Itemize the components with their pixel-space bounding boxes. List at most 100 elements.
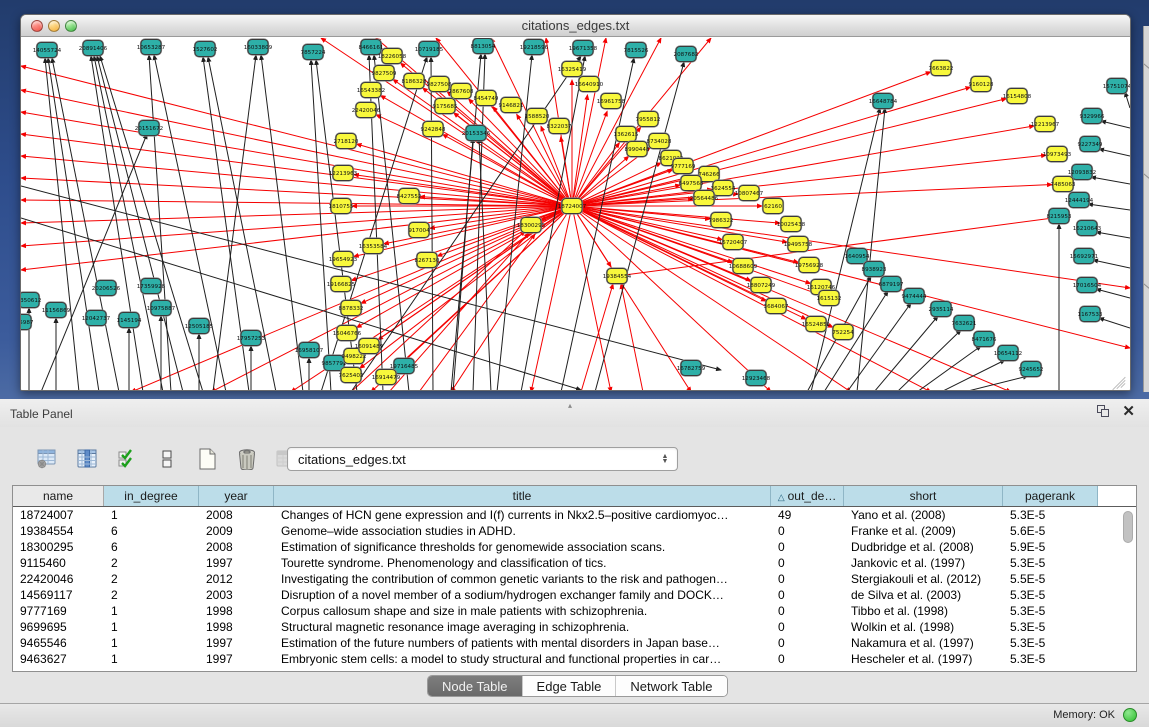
column-header-in_degree[interactable]: in_degree bbox=[104, 486, 199, 506]
graph-node[interactable]: 10973493 bbox=[1043, 147, 1072, 162]
table-row[interactable]: 1938455462009Genome–wide association stu… bbox=[13, 523, 1136, 539]
graph-node[interactable]: 8186328 bbox=[402, 74, 427, 89]
graph-node[interactable]: 22420046 bbox=[352, 103, 381, 118]
window-resize-grip[interactable] bbox=[1111, 371, 1127, 387]
graph-node[interactable]: 15692971 bbox=[1070, 249, 1099, 264]
graph-node[interactable]: 17016504 bbox=[1073, 278, 1102, 293]
network-window-titlebar[interactable]: citations_edges.txt bbox=[21, 15, 1130, 37]
column-header-name[interactable]: name bbox=[13, 486, 104, 506]
graph-node[interactable]: 1145194 bbox=[117, 313, 142, 328]
graph-node[interactable]: 8454749 bbox=[474, 91, 499, 106]
graph-node[interactable]: 9329966 bbox=[1080, 109, 1105, 124]
graph-node[interactable]: 17957253 bbox=[237, 331, 266, 346]
graph-node[interactable]: 12505185 bbox=[185, 319, 214, 334]
table-row[interactable]: 2242004622012Investigating the contribut… bbox=[13, 571, 1136, 587]
graph-node[interactable]: 9227349 bbox=[1078, 137, 1103, 152]
graph-node[interactable]: 16961758 bbox=[597, 94, 626, 109]
graph-node[interactable]: 10719185 bbox=[415, 42, 444, 57]
new-document-icon[interactable] bbox=[194, 446, 220, 472]
graph-node[interactable]: 16524851 bbox=[802, 317, 831, 332]
table-row[interactable]: 1830029562008Estimation of significance … bbox=[13, 539, 1136, 555]
graph-node[interactable]: 16782759 bbox=[677, 361, 706, 376]
graph-node[interactable]: 2718120 bbox=[334, 134, 359, 149]
graph-node[interactable]: 19166825 bbox=[327, 277, 356, 292]
graph-node[interactable]: 1167533 bbox=[1078, 307, 1103, 322]
graph-node[interactable]: 15720407 bbox=[719, 235, 748, 250]
graph-node[interactable]: 8471676 bbox=[972, 332, 997, 347]
graph-node[interactable]: 20151672 bbox=[135, 121, 163, 136]
graph-node[interactable]: 8813054 bbox=[471, 39, 496, 54]
table-selector-dropdown[interactable]: citations_edges.txt ▲▼ bbox=[287, 447, 678, 471]
graph-node[interactable]: 9242848 bbox=[421, 122, 446, 137]
tab-edge-table[interactable]: Edge Table bbox=[522, 676, 616, 696]
graph-node[interactable]: 18300295 bbox=[517, 218, 546, 233]
column-header-year[interactable]: year bbox=[199, 486, 274, 506]
graph-node[interactable]: 8734028 bbox=[647, 134, 672, 149]
graph-node[interactable]: 19671358 bbox=[569, 41, 598, 56]
graph-node[interactable]: 2867608 bbox=[449, 84, 474, 99]
graph-node[interactable]: 17359928 bbox=[137, 279, 166, 294]
graph-node[interactable]: 7955812 bbox=[636, 112, 661, 127]
graph-node[interactable]: 10975887 bbox=[147, 301, 176, 316]
graph-node[interactable]: 9245652 bbox=[1019, 362, 1044, 377]
graph-node[interactable]: 3684067 bbox=[764, 299, 789, 314]
table-row[interactable]: 969969511998Structural magnetic resonanc… bbox=[13, 619, 1136, 635]
memory-status-icon[interactable] bbox=[1123, 708, 1137, 722]
column-visibility-icon[interactable] bbox=[74, 446, 100, 472]
graph-node[interactable]: 15046766 bbox=[333, 326, 362, 341]
graph-node[interactable]: 16091489 bbox=[355, 339, 384, 354]
table-row[interactable]: 911546021997Tourette syndrome. Phenomeno… bbox=[13, 555, 1136, 571]
graph-node[interactable]: 8427552 bbox=[397, 189, 422, 204]
graph-node[interactable]: 16325419 bbox=[558, 62, 587, 77]
graph-node[interactable]: 8466161 bbox=[359, 40, 384, 55]
graph-node[interactable]: 12213967 bbox=[1031, 117, 1060, 132]
graph-node[interactable]: 19218596 bbox=[520, 40, 549, 55]
paired-rows-icon[interactable] bbox=[154, 446, 180, 472]
graph-node[interactable]: 16033809 bbox=[244, 40, 273, 55]
graph-node[interactable]: 3915987 bbox=[21, 315, 34, 330]
graph-node[interactable]: 20564486 bbox=[690, 191, 719, 206]
graph-node[interactable]: 7986322 bbox=[709, 213, 734, 228]
graph-node[interactable]: 7815526 bbox=[624, 43, 649, 58]
graph-node[interactable]: 12444194 bbox=[1065, 193, 1094, 208]
graph-node[interactable]: 9160128 bbox=[969, 77, 994, 92]
graph-node[interactable]: 11156869 bbox=[42, 303, 71, 318]
graph-node[interactable]: 16210643 bbox=[1073, 221, 1102, 236]
graph-node[interactable]: 8938923 bbox=[862, 262, 887, 277]
graph-node[interactable]: 62160 bbox=[763, 199, 783, 214]
delete-trash-icon[interactable] bbox=[234, 446, 260, 472]
graph-node[interactable]: 8215953 bbox=[1047, 209, 1072, 224]
table-row[interactable]: 1872400712008Changes of HCN gene express… bbox=[13, 507, 1136, 523]
graph-node[interactable]: 1615132 bbox=[817, 291, 842, 306]
close-panel-icon[interactable]: ✕ bbox=[1122, 405, 1135, 418]
graph-node[interactable]: 8878332 bbox=[339, 301, 364, 316]
graph-node[interactable]: 12213963 bbox=[329, 166, 358, 181]
graph-node[interactable]: 9777169 bbox=[671, 159, 696, 174]
table-settings-icon[interactable] bbox=[34, 446, 60, 472]
column-header-pagerank[interactable]: pagerank bbox=[1003, 486, 1098, 506]
graph-node[interactable]: 10025438 bbox=[777, 217, 806, 232]
graph-node[interactable]: 1810755 bbox=[329, 199, 354, 214]
graph-node[interactable]: 18226058 bbox=[378, 49, 407, 64]
graph-node[interactable]: 7632621 bbox=[952, 316, 977, 331]
column-header-title[interactable]: title bbox=[274, 486, 771, 506]
graph-hub-node[interactable]: 18724007 bbox=[558, 199, 587, 214]
graph-node[interactable]: 8267130 bbox=[415, 253, 440, 268]
graph-node[interactable]: 2935114 bbox=[929, 302, 954, 317]
graph-node[interactable]: 16543382 bbox=[357, 83, 385, 98]
table-row[interactable]: 977716911998Corpus callosum shape and si… bbox=[13, 603, 1136, 619]
graph-node[interactable]: 20891406 bbox=[79, 41, 108, 56]
graph-node[interactable]: 19384554 bbox=[603, 269, 632, 284]
graph-node[interactable]: 16648784 bbox=[869, 94, 898, 109]
float-panel-icon[interactable] bbox=[1097, 405, 1110, 418]
graph-node[interactable]: 20153346 bbox=[462, 126, 491, 141]
graph-node[interactable]: 19756928 bbox=[795, 258, 824, 273]
graph-node[interactable]: 16353584 bbox=[359, 239, 388, 254]
graph-node[interactable]: 19654923 bbox=[329, 252, 358, 267]
table-row[interactable]: 946554611997Estimation of the future num… bbox=[13, 635, 1136, 651]
graph-node[interactable]: 19495758 bbox=[784, 237, 813, 252]
table-row[interactable]: 1456911722003Disruption of a novel membe… bbox=[13, 587, 1136, 603]
graph-node[interactable]: 2087682 bbox=[674, 47, 699, 62]
graph-node[interactable]: 15751074 bbox=[1103, 79, 1130, 94]
graph-node[interactable]: 7857224 bbox=[301, 45, 326, 60]
